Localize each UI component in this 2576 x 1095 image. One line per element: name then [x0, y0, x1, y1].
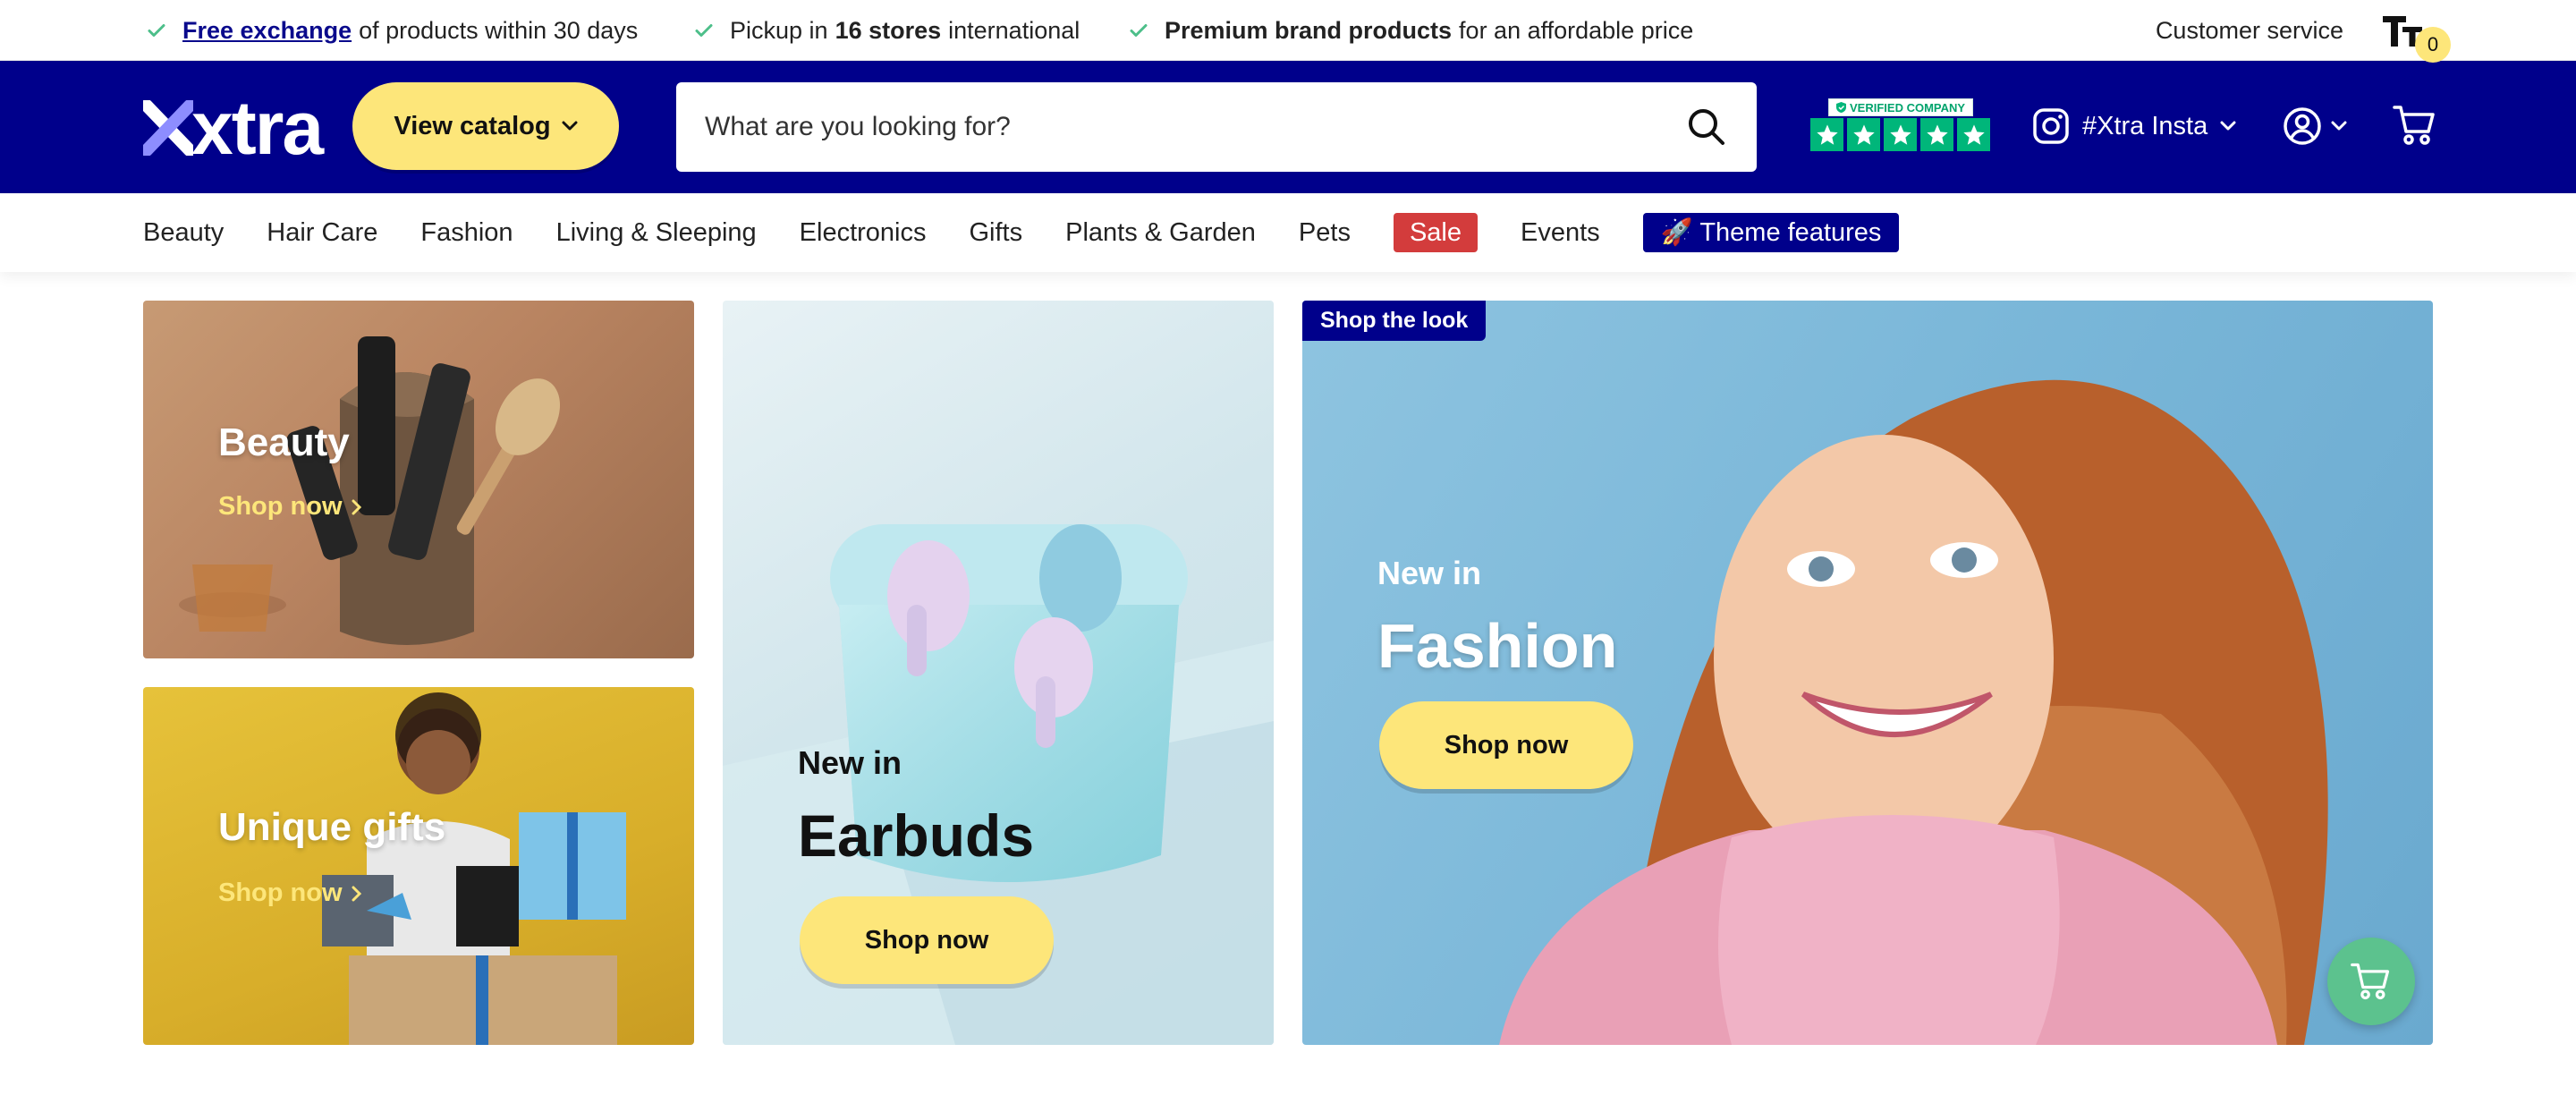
instagram-icon: [2033, 108, 2069, 144]
verified-company-text: VERIFIED COMPANY: [1850, 100, 1966, 115]
user-icon: [2284, 107, 2321, 145]
earbuds-tile-title: Earbuds: [798, 802, 1035, 869]
nav-item-theme-features[interactable]: 🚀 Theme features: [1642, 213, 1900, 252]
site-header: xtra View catalog VERIFIED COMPANY: [0, 61, 2576, 193]
check-icon: [143, 17, 170, 44]
view-catalog-button[interactable]: View catalog: [352, 82, 619, 170]
fashion-kicker: New in: [1377, 555, 1482, 591]
usp-text: international: [948, 16, 1080, 44]
verified-company-label: VERIFIED COMPANY: [1828, 98, 1974, 116]
nav-item-hair-care[interactable]: Hair Care: [267, 218, 377, 248]
logo[interactable]: xtra: [143, 86, 324, 170]
chevron-right-icon: [352, 886, 361, 901]
usp-free-exchange: Free exchange of products within 30 days: [143, 0, 638, 61]
fashion-shop-now-button[interactable]: Shop now: [1379, 701, 1633, 789]
trust-rating-badge[interactable]: VERIFIED COMPANY: [1810, 98, 1993, 156]
nav-item-plants-garden[interactable]: Plants & Garden: [1065, 218, 1256, 248]
gifts-shop-now-link[interactable]: Shop now: [218, 879, 362, 908]
sale-badge: Sale: [1393, 212, 1478, 252]
check-icon: [1125, 17, 1152, 44]
fashion-tile-title: Fashion: [1377, 611, 1618, 681]
fashion-promo-tile[interactable]: Shop the look New in Fashion Shop now: [1302, 301, 2433, 1045]
search-icon[interactable]: [1687, 107, 1726, 147]
chevron-right-icon: [352, 499, 361, 514]
nav-item-beauty[interactable]: Beauty: [143, 218, 224, 248]
theme-features-badge: 🚀 Theme features: [1642, 213, 1900, 252]
star-icon: [1810, 118, 1843, 151]
usp-bold: 16 stores: [835, 16, 942, 44]
floating-cart-button[interactable]: [2327, 938, 2415, 1025]
gifts-shop-now-label: Shop now: [218, 879, 343, 907]
nav-item-pets[interactable]: Pets: [1299, 218, 1351, 248]
nav-item-sale[interactable]: Sale: [1393, 212, 1478, 252]
search-input[interactable]: [705, 82, 1653, 172]
cart-icon: [2351, 963, 2390, 1000]
beauty-tile-title: Beauty: [218, 420, 350, 464]
usp-premium: Premium brand products for an affordable…: [1125, 0, 1693, 61]
logo-x-mark: [143, 100, 193, 156]
star-icon: [1847, 118, 1880, 151]
beauty-promo-tile[interactable]: Beauty Shop now: [143, 301, 694, 658]
check-icon: [691, 17, 717, 44]
instagram-menu[interactable]: #Xtra Insta: [2032, 104, 2236, 149]
shield-check-icon: [1836, 102, 1846, 113]
nav-item-electronics[interactable]: Electronics: [800, 218, 927, 248]
earbuds-kicker: New in: [798, 744, 902, 781]
chevron-down-icon: [2220, 121, 2236, 131]
instagram-label: #Xtra Insta: [2082, 111, 2208, 140]
customer-service-link[interactable]: Customer service: [2156, 0, 2343, 61]
account-menu[interactable]: [2283, 106, 2347, 147]
beauty-shop-now-label: Shop now: [218, 492, 343, 521]
announcement-bar: Free exchange of products within 30 days…: [0, 0, 2576, 61]
logo-text: xtra: [191, 86, 324, 170]
shop-the-look-badge[interactable]: Shop the look: [1302, 301, 1487, 341]
view-catalog-label: View catalog: [394, 111, 551, 140]
usp-pickup: Pickup in 16 stores international: [691, 0, 1080, 61]
chevron-down-icon: [2331, 121, 2347, 131]
nav-item-living-sleeping[interactable]: Living & Sleeping: [556, 218, 757, 248]
gifts-tile-title: Unique gifts: [218, 805, 446, 849]
gifts-person-illustration: [322, 692, 626, 1045]
nav-item-fashion[interactable]: Fashion: [420, 218, 513, 248]
usp-text: for an affordable price: [1459, 16, 1694, 44]
usp-bold: Premium brand products: [1165, 16, 1453, 44]
beauty-shop-now-link[interactable]: Shop now: [218, 492, 362, 522]
star-icon: [1957, 118, 1990, 151]
earbuds-shop-now-button[interactable]: Shop now: [800, 896, 1054, 984]
search-bar: [676, 82, 1757, 172]
usp-text: of products within 30 days: [359, 16, 639, 44]
free-exchange-link[interactable]: Free exchange: [182, 17, 352, 45]
star-icon: [1920, 118, 1953, 151]
earbuds-promo-tile[interactable]: New in Earbuds Shop now: [723, 301, 1274, 1045]
nav-item-events[interactable]: Events: [1521, 218, 1600, 248]
chevron-down-icon: [562, 121, 578, 131]
cart-icon[interactable]: [2392, 102, 2438, 149]
usp-pre: Pickup in: [730, 16, 828, 44]
rating-stars: [1810, 118, 1990, 151]
cart-count-badge: 0: [2415, 27, 2451, 63]
main-navigation: Beauty Hair Care Fashion Living & Sleepi…: [0, 193, 2576, 272]
nav-item-gifts[interactable]: Gifts: [970, 218, 1023, 248]
star-icon: [1884, 118, 1917, 151]
beauty-product-illustration: [179, 336, 561, 645]
gifts-promo-tile[interactable]: Unique gifts Shop now: [143, 687, 694, 1045]
